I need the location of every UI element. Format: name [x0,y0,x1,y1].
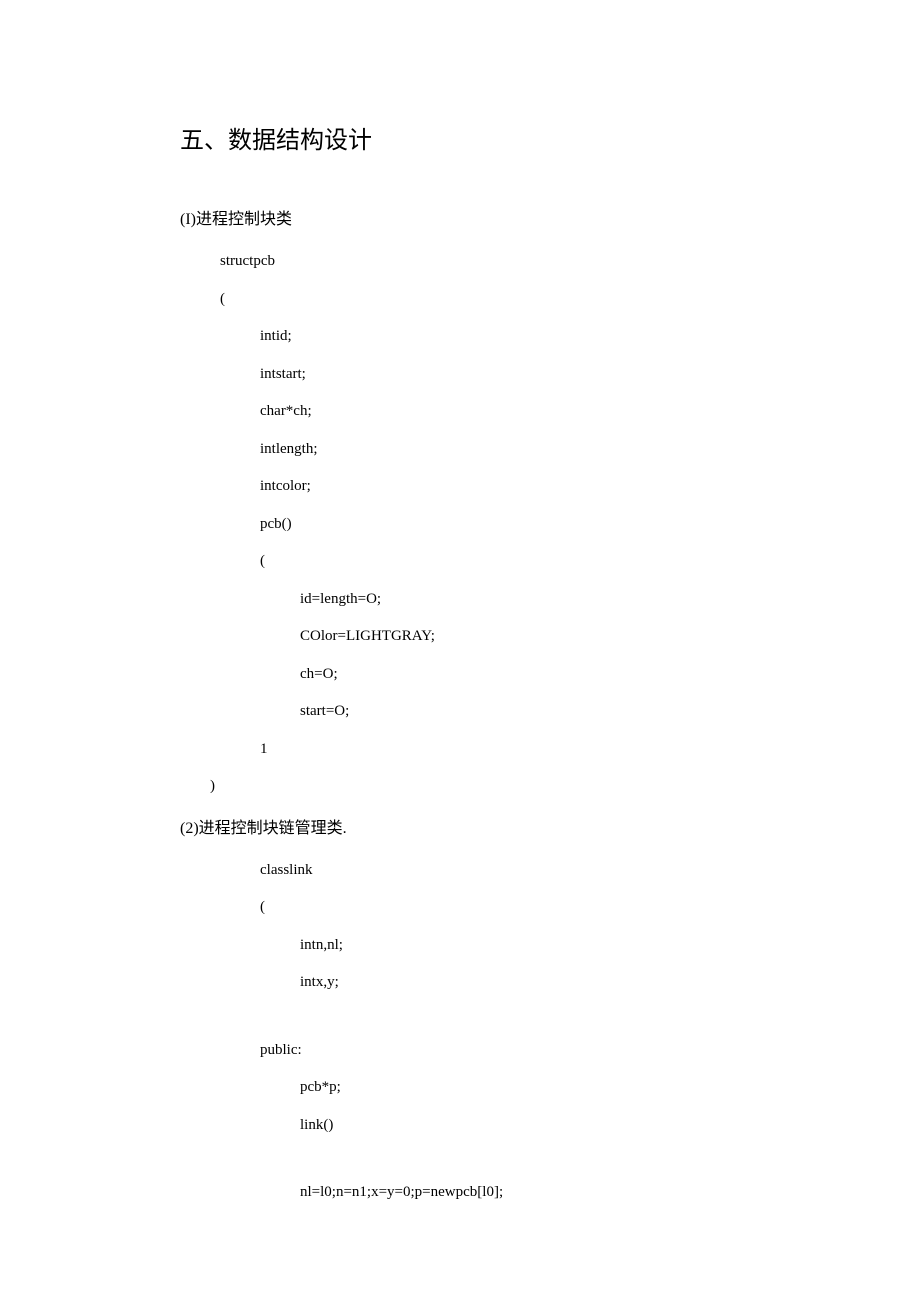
code-block-2: classlink ( intn,nl; intx,y; public: pcb… [180,852,740,1212]
code-line: intlength; [180,431,740,469]
code-line: intn,nl; [180,927,740,965]
code-line: pcb*p; [180,1069,740,1107]
code-line: start=O; [180,693,740,731]
code-line: 1 [180,731,740,769]
section-2-paren: (2) [180,820,199,837]
code-line: ( [180,889,740,927]
code-line: intcolor; [180,468,740,506]
section-1-label: (I)进程控制块类 [180,205,740,229]
code-line: ( [180,543,740,581]
section-2-text: 进程控制块链管理类. [199,820,347,837]
section-1-text: 进程控制块类 [196,211,292,228]
section-1-paren: (I) [180,211,196,228]
code-line: nl=l0;n=n1;x=y=0;p=newpcb[l0]; [180,1174,740,1212]
code-line: id=length=O; [180,581,740,619]
code-line: pcb() [180,506,740,544]
code-line: ( [180,281,740,319]
code-line: ch=O; [180,656,740,694]
code-line: char*ch; [180,393,740,431]
section-2-label: (2)进程控制块链管理类. [180,814,740,838]
code-line: intx,y; [180,964,740,1002]
code-line: ) [180,768,740,806]
code-line: structpcb [180,243,740,281]
section-heading: 五、数据结构设计 [180,120,740,155]
code-line: intid; [180,318,740,356]
code-block-1: structpcb ( intid; intstart; char*ch; in… [180,243,740,806]
code-line: intstart; [180,356,740,394]
code-line: COlor=LIGHTGRAY; [180,618,740,656]
code-line: link() [180,1107,740,1145]
code-line: public: [180,1032,740,1070]
code-line: classlink [180,852,740,890]
